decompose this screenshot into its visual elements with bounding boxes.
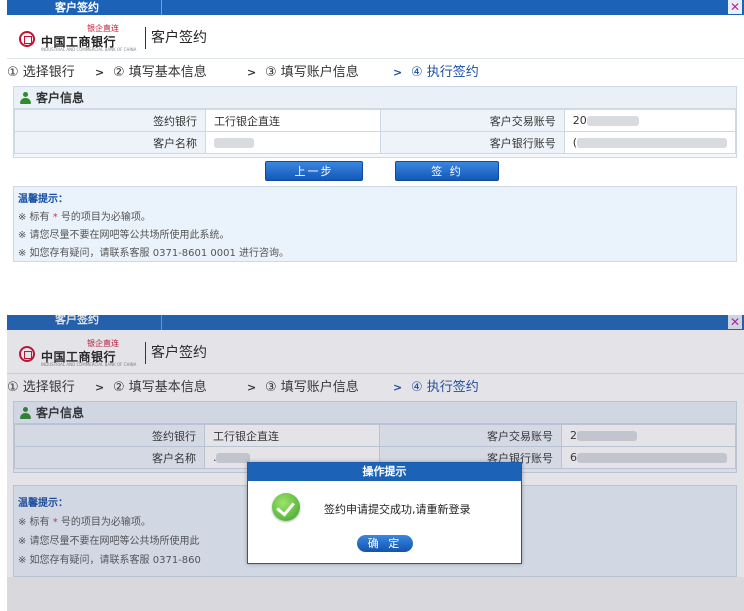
user-icon [20, 92, 31, 104]
table-row: 签约银行 工行银企直连 客户交易账号 20 [13, 109, 737, 132]
name-label: 客户名称 [13, 131, 207, 154]
tips-title: 温馨提示： [18, 194, 68, 205]
sign-button[interactable]: 签 约 [395, 161, 499, 181]
header-divider [145, 27, 146, 49]
bank-account-value: ( [563, 131, 737, 154]
prev-step-button[interactable]: 上一步 [265, 161, 363, 181]
bank-value: 工行银企直连 [205, 109, 382, 132]
redacted-mask [214, 138, 255, 148]
section-title: 客户信息 [36, 91, 85, 105]
sign-panel-after: 客户签约 ✕ 银企直连 中国工商银行 INDUSTRIAL AND COMMER… [7, 315, 744, 611]
step-arrow-icon: > [95, 66, 105, 79]
table-row: 客户名称 客户银行账号 ( [13, 131, 737, 154]
customer-info-section: 客户信息 签约银行 工行银企直连 客户交易账号 20 客户名称 客户银行账号 ( [13, 86, 737, 158]
trade-account-value: 20 [563, 109, 737, 132]
sign-panel-before: 客户签约 ✕ 银企直连 中国工商银行 INDUSTRIAL AND COMMER… [7, 0, 744, 270]
trade-account-text: 20 [572, 114, 587, 127]
step-1: ① 选择银行 [7, 65, 75, 80]
step-arrow-icon: > [393, 66, 403, 79]
bank-label: 签约银行 [13, 109, 207, 132]
bank-account-label: 客户银行账号 [380, 131, 565, 154]
tip-line-2: ※ 请您尽量不要在网吧等公共场所使用此系统。 [18, 230, 230, 241]
step-2: ② 填写基本信息 [113, 65, 207, 80]
step-arrow-icon: > [247, 66, 257, 79]
trade-account-label: 客户交易账号 [380, 109, 565, 132]
window-tab[interactable]: 客户签约 [7, 0, 162, 15]
tip-line-3: ※ 如您存有疑问，请联系客服 0371-8601 0001 进行咨询。 [18, 248, 290, 259]
operation-dialog: 操作提示 签约申请提交成功,请重新登录 确 定 [247, 462, 522, 564]
icbc-logo: 银企直连 中国工商银行 INDUSTRIAL AND COMMERCIAL BA… [19, 23, 141, 52]
customer-info-heading: 客户信息 [14, 87, 736, 109]
name-value [205, 131, 382, 154]
tip-text: ※ 标有 [18, 212, 53, 223]
step-indicator: ① 选择银行 > ② 填写基本信息 > ③ 填写账户信息 > ④ 执行签约 [7, 60, 744, 86]
page-header: 银企直连 中国工商银行 INDUSTRIAL AND COMMERCIAL BA… [7, 15, 744, 59]
success-check-icon [272, 493, 300, 521]
action-buttons: 上一步 签 约 [7, 158, 744, 186]
close-icon[interactable]: ✕ [728, 0, 742, 14]
dialog-message: 签约申请提交成功,请重新登录 [324, 503, 471, 516]
dialog-title: 操作提示 [248, 463, 521, 481]
step-4-active: ④ 执行签约 [411, 65, 479, 80]
tips-box: 温馨提示： ※ 标有 * 号的项目为必输项。 ※ 请您尽量不要在网吧等公共场所使… [13, 186, 737, 262]
customer-info-table: 签约银行 工行银企直连 客户交易账号 20 客户名称 客户银行账号 ( [13, 109, 737, 154]
step-3: ③ 填写账户信息 [265, 65, 359, 80]
tip-line-1: ※ 标有 * 号的项目为必输项。 [18, 208, 151, 223]
redacted-mask [577, 138, 727, 148]
tip-text: 号的项目为必输项。 [57, 212, 151, 223]
window-titlebar: 客户签约 ✕ [7, 0, 744, 15]
redacted-mask [586, 116, 639, 126]
page-title: 客户签约 [151, 30, 207, 46]
confirm-button[interactable]: 确 定 [357, 535, 413, 552]
logo-english-name: INDUSTRIAL AND COMMERCIAL BANK OF CHINA [41, 47, 137, 52]
icbc-emblem-icon [19, 31, 35, 47]
